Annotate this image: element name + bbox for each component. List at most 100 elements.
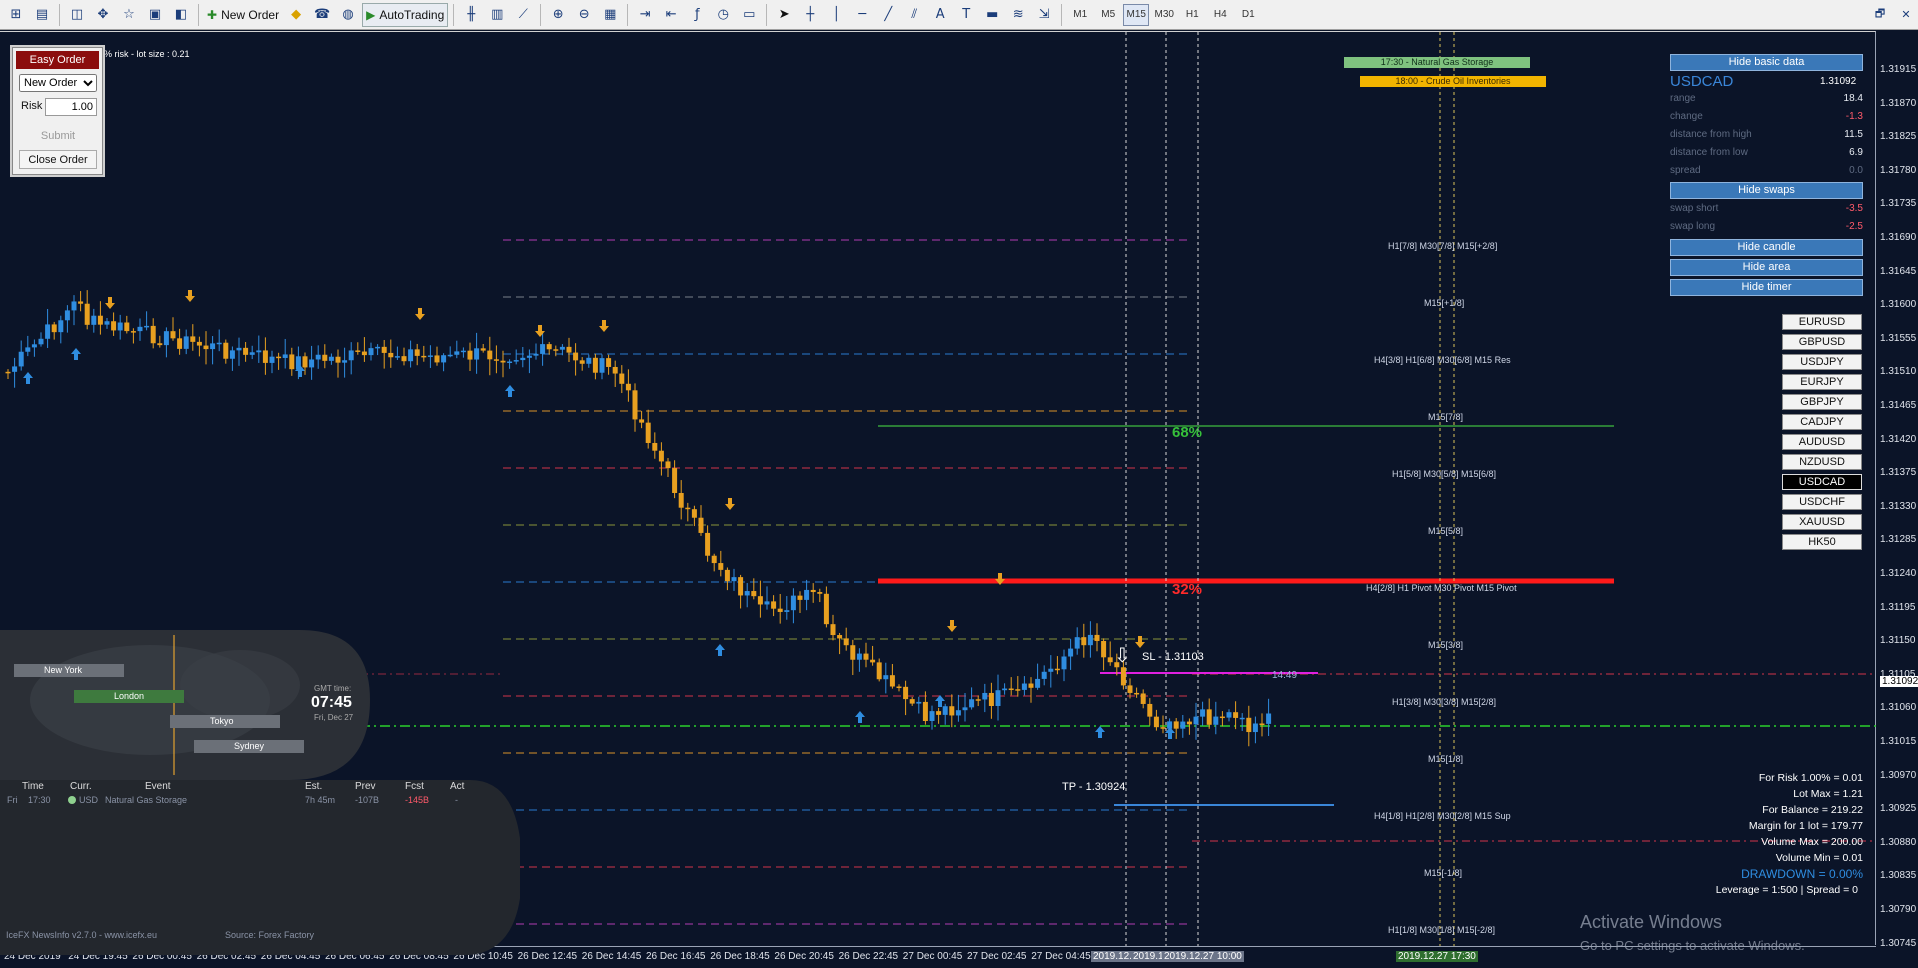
- candle-body: [342, 360, 348, 363]
- candle-body: [698, 517, 704, 533]
- timeframe-m15[interactable]: M15: [1123, 3, 1150, 26]
- favorites-icon[interactable]: ☆: [117, 3, 141, 27]
- periods-icon[interactable]: ◷: [711, 3, 735, 27]
- chart-shift-icon[interactable]: ⇤: [659, 3, 683, 27]
- pair-button-cadjpy[interactable]: CADJPY: [1782, 414, 1862, 430]
- timeframe-h1[interactable]: H1: [1179, 4, 1205, 26]
- cursor-icon[interactable]: ➤: [772, 3, 796, 27]
- candle-body: [619, 373, 625, 384]
- pair-button-xauusd[interactable]: XAUUSD: [1782, 514, 1862, 530]
- pair-button-gbpjpy[interactable]: GBPJPY: [1782, 394, 1862, 410]
- hide-candle-button[interactable]: Hide candle: [1670, 239, 1863, 256]
- news-day: Fri: [7, 795, 18, 805]
- autotrading-button[interactable]: ▶ AutoTrading: [362, 2, 449, 27]
- drawdown-label: DRAWDOWN = 0.00%: [1741, 867, 1863, 881]
- symbol-price: 1.31092: [1820, 76, 1857, 87]
- market-watch-icon[interactable]: ◫: [65, 3, 89, 27]
- pair-button-hk50[interactable]: HK50: [1782, 534, 1862, 550]
- terminal-icon[interactable]: ▣: [143, 3, 167, 27]
- price-tick: 1.30925: [1880, 803, 1917, 815]
- window-close-icon[interactable]: ✕: [1894, 3, 1918, 27]
- buy-arrow-icon: [1095, 726, 1105, 738]
- level-label: M15[5/8]: [1428, 526, 1464, 536]
- news-header-actual: Act: [450, 781, 465, 792]
- candle-body: [348, 350, 354, 361]
- indicators-icon[interactable]: ƒ: [685, 3, 709, 27]
- toolbar-separator: [540, 3, 542, 26]
- timeframe-h4[interactable]: H4: [1207, 4, 1233, 26]
- pair-button-nzdusd[interactable]: NZDUSD: [1782, 454, 1862, 470]
- hide-area-button[interactable]: Hide area: [1670, 259, 1863, 276]
- metaeditor-icon[interactable]: ◆: [284, 3, 308, 27]
- line-chart-icon[interactable]: ⟋: [511, 3, 535, 27]
- symbol-label: USDCAD: [1670, 73, 1734, 90]
- vertical-line-icon[interactable]: │: [824, 3, 848, 27]
- toolbar-separator: [766, 3, 768, 26]
- timeframe-m5[interactable]: M5: [1095, 4, 1121, 26]
- new-order-button[interactable]: ✚ New Order: [204, 3, 282, 27]
- candle-body: [790, 595, 796, 611]
- stat-line: Lot Max = 1.21: [1793, 788, 1863, 800]
- signals-icon[interactable]: ☎: [310, 3, 334, 27]
- candle-body: [540, 344, 546, 354]
- horizontal-line-icon[interactable]: ─: [850, 3, 874, 27]
- new-chart-icon[interactable]: ⊞: [4, 3, 28, 27]
- pair-button-usdcad[interactable]: USDCAD: [1782, 474, 1862, 490]
- candlestick-icon[interactable]: ▥: [485, 3, 509, 27]
- tester-icon[interactable]: ◧: [169, 3, 193, 27]
- tile-windows-icon[interactable]: ▦: [598, 3, 622, 27]
- submit-button[interactable]: Submit: [19, 126, 97, 145]
- navigator-icon[interactable]: ✥: [91, 3, 115, 27]
- zoom-out-icon[interactable]: ⊖: [572, 3, 596, 27]
- text-icon[interactable]: A: [928, 3, 952, 27]
- candle-body: [1252, 723, 1258, 733]
- candle-body: [302, 356, 308, 368]
- candle-body: [210, 343, 216, 350]
- candle-body: [837, 635, 843, 639]
- trendline-icon[interactable]: ╱: [876, 3, 900, 27]
- candle-body: [573, 352, 579, 361]
- profiles-icon[interactable]: ▤: [30, 3, 54, 27]
- fibonacci-icon[interactable]: ≋: [1006, 3, 1030, 27]
- market-icon[interactable]: ◍: [336, 3, 360, 27]
- text-label-icon[interactable]: T: [954, 3, 978, 27]
- pair-button-usdchf[interactable]: USDCHF: [1782, 494, 1862, 510]
- timeframe-m1[interactable]: M1: [1067, 4, 1093, 26]
- candle-body: [1266, 713, 1272, 724]
- autoscroll-icon[interactable]: ⇥: [633, 3, 657, 27]
- candle-body: [843, 638, 849, 646]
- pair-button-eurjpy[interactable]: EURJPY: [1782, 374, 1862, 390]
- sl-label: SL - 1.31103: [1142, 651, 1204, 663]
- timeframe-d1[interactable]: D1: [1235, 4, 1261, 26]
- timeframe-m30[interactable]: M30: [1151, 4, 1177, 26]
- toolbar-separator: [453, 3, 455, 26]
- zoom-in-icon[interactable]: ⊕: [546, 3, 570, 27]
- hide-swaps-button[interactable]: Hide swaps: [1670, 182, 1863, 199]
- bar-chart-icon[interactable]: ╫: [459, 3, 483, 27]
- templates-icon[interactable]: ▭: [737, 3, 761, 27]
- sell-arrow-icon: [947, 620, 957, 632]
- price-axis[interactable]: 1.31915 1.31870 1.31825 1.31780 1.31735 1.316…: [1876, 31, 1918, 949]
- pair-button-audusd[interactable]: AUDUSD: [1782, 434, 1862, 450]
- risk-input[interactable]: [45, 98, 97, 116]
- price-tick: 1.30835: [1880, 870, 1917, 882]
- hide-timer-button[interactable]: Hide timer: [1670, 279, 1863, 296]
- candle-body: [738, 577, 744, 596]
- order-type-select[interactable]: New Order: [19, 74, 97, 92]
- crosshair-icon[interactable]: ┼: [798, 3, 822, 27]
- arrows-icon[interactable]: ⇲: [1032, 3, 1056, 27]
- equidistant-channel-icon[interactable]: ⫽: [902, 3, 926, 27]
- pair-button-gbpusd[interactable]: GBPUSD: [1782, 334, 1862, 350]
- close-order-button[interactable]: Close Order: [19, 150, 97, 169]
- candle-body: [236, 347, 242, 351]
- rectangle-icon[interactable]: ▬: [980, 3, 1004, 27]
- window-restore-icon[interactable]: 🗗: [1868, 3, 1892, 27]
- hide-basic-data-button[interactable]: Hide basic data: [1670, 54, 1863, 71]
- pair-button-usdjpy[interactable]: USDJPY: [1782, 354, 1862, 370]
- toolbar-separator: [59, 3, 60, 26]
- candle-body: [18, 351, 24, 367]
- candle-body: [1173, 721, 1179, 729]
- candle-body: [969, 699, 975, 708]
- pair-button-eurusd[interactable]: EURUSD: [1782, 314, 1862, 330]
- candle-body: [183, 336, 189, 349]
